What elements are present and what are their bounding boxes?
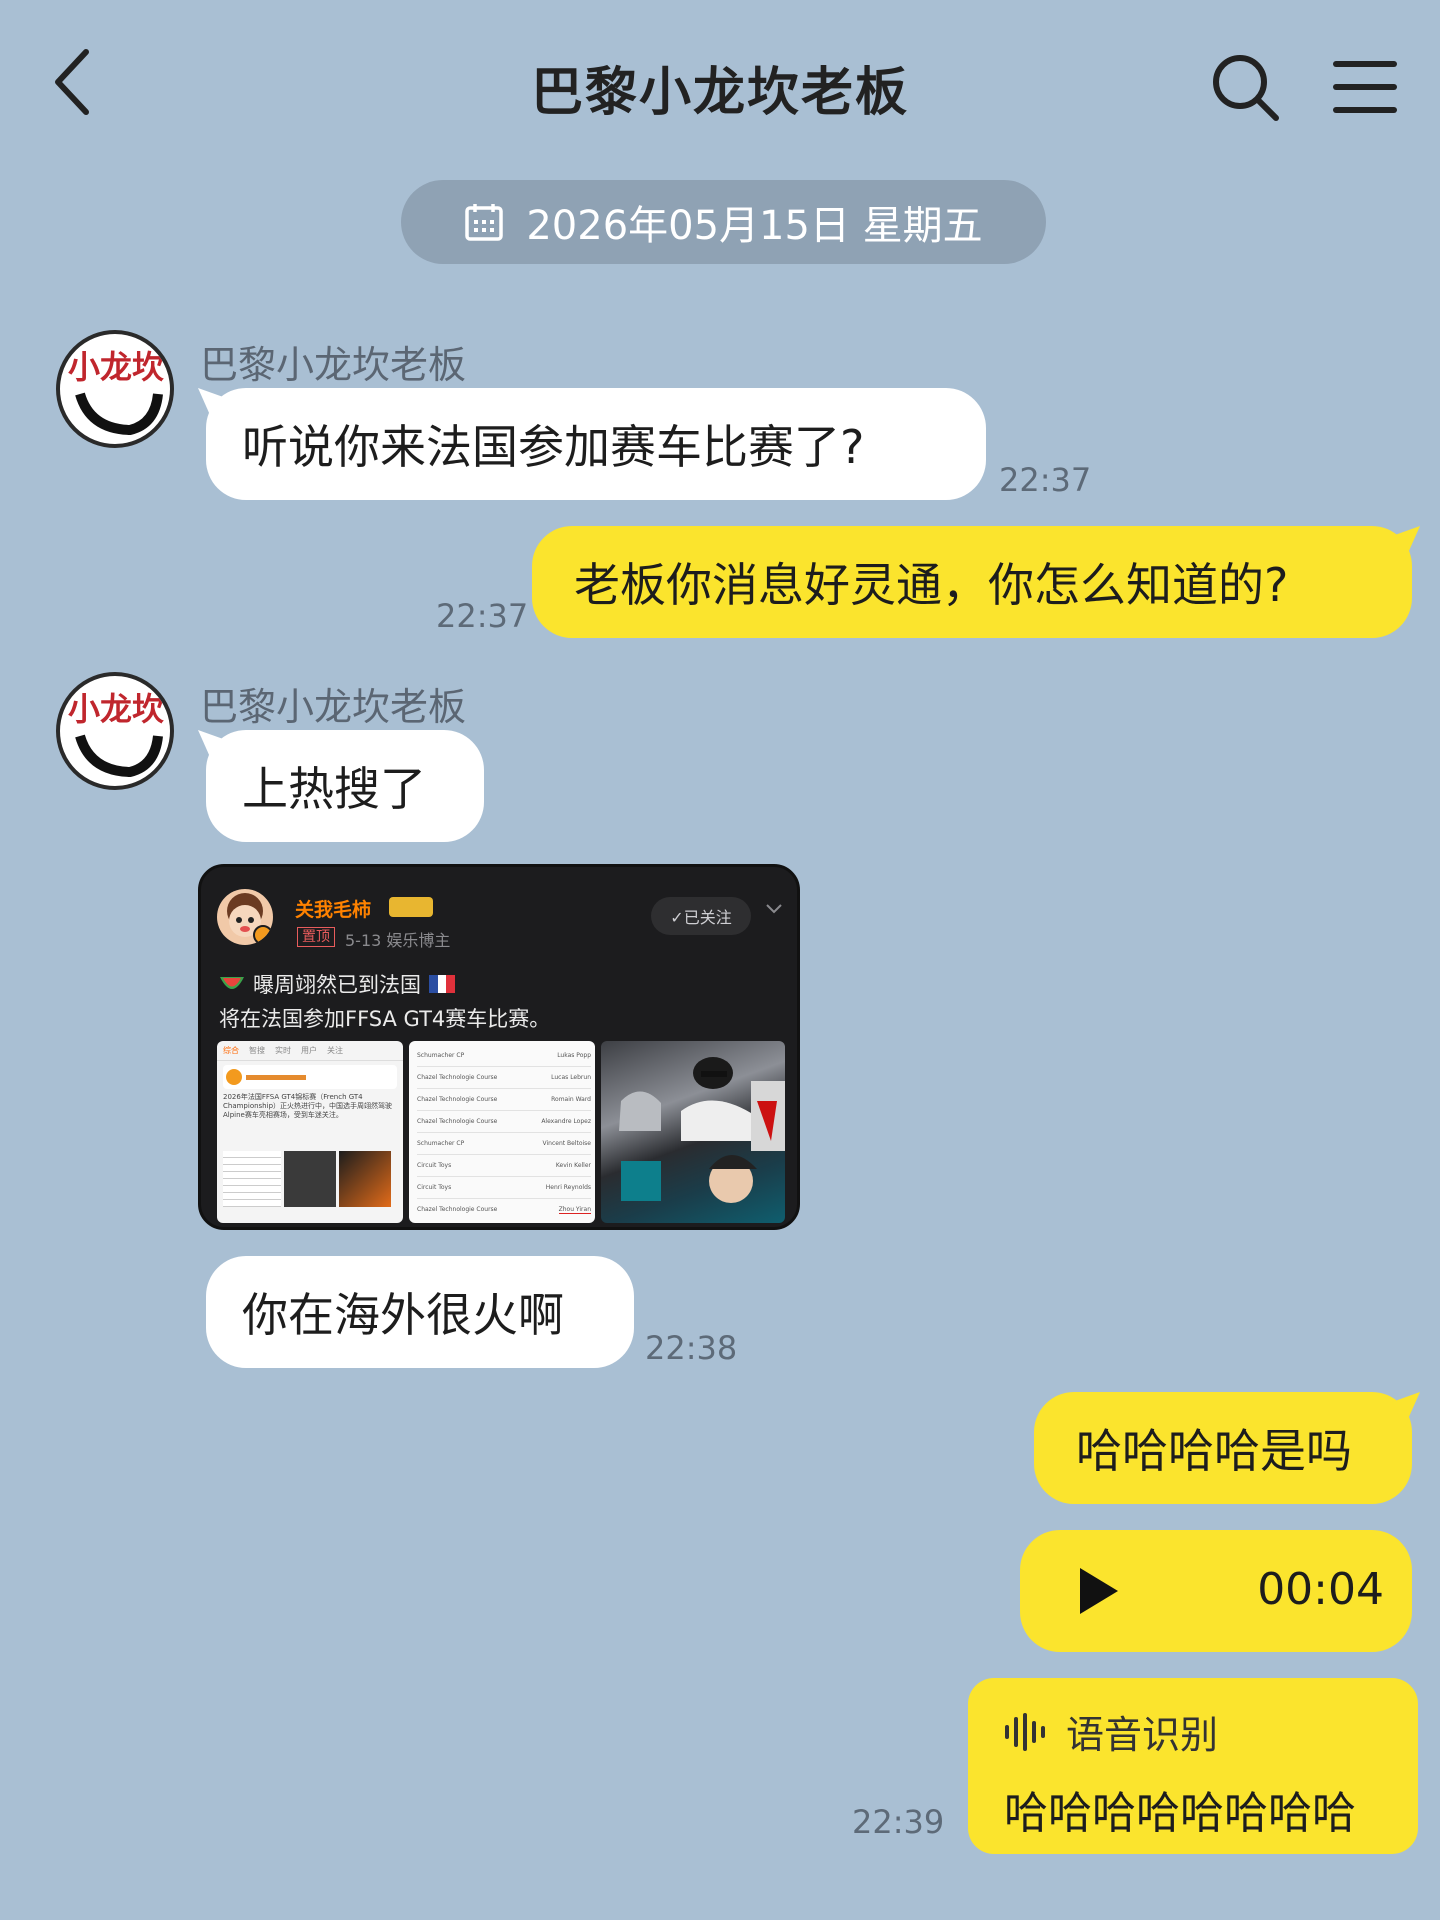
message-text: 上热搜了 [242,762,426,816]
sender-name: 巴黎小龙坎老板 [200,685,467,729]
voice-message[interactable]: 00:04 [1020,1530,1412,1652]
pinned-badge: 置顶 [297,927,335,947]
play-icon[interactable] [1076,1566,1120,1616]
avatar-text-2: 小龙坎 [68,690,164,728]
asr-header: 语音识别 [1004,1704,1382,1759]
sender-name: 巴黎小龙坎老板 [200,343,467,387]
message-bubble[interactable]: 老板你消息好灵通，你怎么知道的? [532,526,1412,638]
vip-badge-icon [389,897,433,917]
message-text: 老板你消息好灵通，你怎么知道的? [574,558,1289,612]
search-button[interactable] [1208,50,1284,126]
shared-post-image[interactable]: 关我毛柿 置顶 5-13 娱乐博主 ✓已关注 曝周翊然已到法国 将在法国参加FF… [198,864,800,1230]
date-text: 2026年05月15日 星期五 [526,203,983,249]
follow-button[interactable]: ✓已关注 [651,897,751,935]
asr-label: 语音识别 [1066,1713,1219,1757]
avatar-text-1: 小龙坎 [68,348,164,386]
calendar-icon [465,204,504,241]
speech-recognition-result[interactable]: 语音识别 哈哈哈哈哈哈哈哈 [968,1678,1418,1854]
watermelon-icon [220,977,244,989]
message-text: 听说你来法国参加赛车比赛了? [242,420,865,474]
soundwave-icon [1005,1712,1045,1751]
post-meta: 5-13 娱乐博主 [345,931,451,950]
post-thumbnail-1: 综合 智搜 实时 用户 关注 2026年法国FFSA GT4锦标赛（French GT4… [217,1041,403,1223]
chevron-down-icon [766,904,782,914]
search-icon [1213,55,1279,121]
date-divider: 2026年05月15日 星期五 [401,180,1046,264]
message-time: 22:38 [645,1329,738,1367]
avatar[interactable]: 小龙坎 [56,330,174,448]
message-time: 22:39 [852,1803,945,1841]
post-author: 关我毛柿 [295,899,372,921]
avatar-logo: 小龙坎 [65,681,165,781]
message-time: 22:37 [436,597,529,635]
avatar[interactable]: 小龙坎 [56,672,174,790]
message-text: 哈哈哈哈是吗 [1076,1424,1352,1478]
message-bubble[interactable]: 上热搜了 [206,730,484,842]
menu-button[interactable] [1330,52,1400,122]
post-thumbnail-3 [601,1041,785,1223]
bubble-tail [198,730,226,766]
post-thumbnail-2: Schumacher CP Lukas Popp Chazel Technolog… [409,1041,595,1223]
message-time: 22:37 [999,461,1092,499]
message-text: 你在海外很火啊 [242,1288,564,1342]
voice-duration: 00:04 [1257,1564,1384,1615]
post-line-2: 将在法国参加FFSA GT4赛车比赛。 [219,1007,551,1031]
bubble-tail [1392,526,1420,562]
message-bubble[interactable]: 哈哈哈哈是吗 [1034,1392,1412,1504]
france-flag-icon [429,975,455,993]
post-author-avatar [217,889,273,945]
message-bubble[interactable]: 听说你来法国参加赛车比赛了? [206,388,986,500]
bubble-tail [1392,1392,1420,1428]
asr-text: 哈哈哈哈哈哈哈哈 [1004,1788,1356,1839]
avatar-logo: 小龙坎 [65,339,165,439]
message-bubble[interactable]: 你在海外很火啊 [206,1256,634,1368]
bubble-tail [198,388,226,424]
menu-icon [1333,61,1397,113]
post-line-1: 曝周翊然已到法国 [219,969,455,999]
